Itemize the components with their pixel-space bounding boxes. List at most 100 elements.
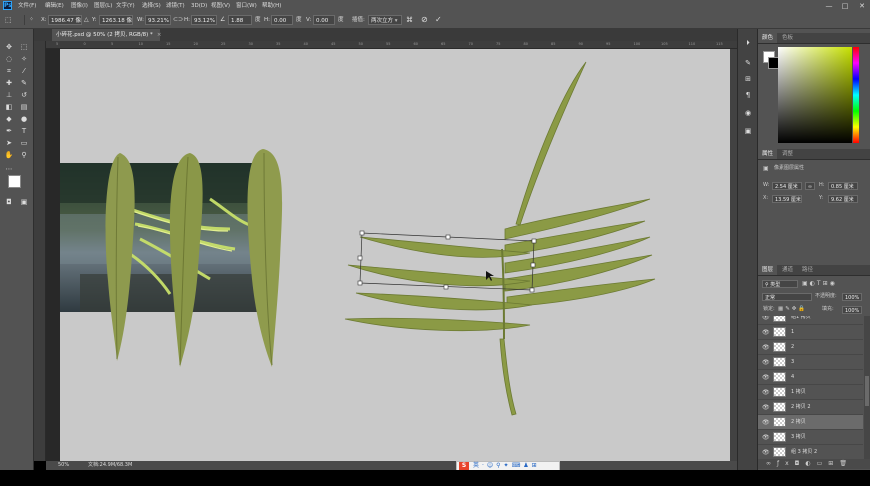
layer-row[interactable]: 👁 组 3 拷贝 2 [758, 445, 863, 459]
opacity-field[interactable]: 100% [842, 293, 862, 301]
prop-y-field[interactable]: 9.62 厘米 [828, 195, 858, 203]
reference-point-icon[interactable]: ⁘ [29, 12, 34, 28]
link-icon[interactable]: ∞ [805, 182, 815, 190]
menu-edit[interactable]: 编辑(E) [45, 0, 64, 12]
ime-logo-icon[interactable]: S [459, 462, 469, 470]
hand-tool-icon[interactable]: ✋ [3, 149, 15, 161]
history-brush-tool-icon[interactable]: ↺ [18, 89, 30, 101]
menu-image[interactable]: 图像(I) [71, 0, 88, 12]
layer-row[interactable]: 👁 1 [758, 325, 863, 340]
layer-row[interactable]: 👁 3 拷贝 [758, 430, 863, 445]
minimize-button[interactable]: — [822, 0, 836, 12]
relative-position-icon[interactable]: △ [84, 12, 89, 28]
layer-row[interactable]: 👁 2 [758, 340, 863, 355]
layer-row-selected[interactable]: 👁 2 拷贝 [758, 415, 863, 430]
menu-file[interactable]: 文件(F) [18, 0, 36, 12]
layer-filter-select[interactable]: ⚲ 类型 [762, 280, 798, 288]
magic-wand-tool-icon[interactable]: ✧ [18, 53, 30, 65]
eraser-tool-icon[interactable]: ◧ [3, 101, 15, 113]
warp-mode-icon[interactable]: ⌘ [406, 12, 413, 28]
marquee-tool-icon[interactable]: ⬚ [18, 41, 30, 53]
paragraph-panel-icon[interactable]: ¶ [742, 89, 754, 101]
height-percent-field[interactable]: 93.12% [191, 15, 217, 25]
history-panel-icon[interactable]: ⏵ [742, 37, 754, 49]
menu-type[interactable]: 文字(Y) [116, 0, 135, 12]
width-percent-field[interactable]: 93.21% [145, 15, 171, 25]
close-tab-icon[interactable]: × [157, 32, 162, 38]
blend-mode-select[interactable]: 正常 [762, 293, 812, 301]
layer-filter-icons[interactable]: ▣◐T⊞◉ [802, 279, 837, 288]
x-position-field[interactable]: 1986.47 像 [48, 15, 82, 25]
quick-mask-icon[interactable]: ◘ [3, 196, 15, 208]
visibility-eye-icon[interactable]: 👁 [762, 316, 770, 325]
document-canvas[interactable] [60, 49, 730, 461]
menu-view[interactable]: 视图(V) [211, 0, 230, 12]
prop-height-field[interactable]: 0.85 厘米 [828, 182, 858, 190]
visibility-eye-icon[interactable]: 👁 [762, 370, 770, 385]
menu-3d[interactable]: 3D(D) [191, 0, 207, 12]
blur-tool-icon[interactable]: ◆ [3, 113, 15, 125]
crop-tool-icon[interactable]: ⌗ [3, 65, 15, 77]
move-tool-icon[interactable]: ✥ [3, 41, 15, 53]
shape-tool-icon[interactable]: ▭ [18, 137, 30, 149]
y-position-field[interactable]: 1263.18 像 [99, 15, 133, 25]
status-zoom[interactable]: 50% [58, 461, 69, 470]
interpolation-select[interactable]: 两次立方 ▾ [368, 15, 402, 25]
visibility-eye-icon[interactable]: 👁 [762, 415, 770, 430]
visibility-eye-icon[interactable]: 👁 [762, 400, 770, 415]
rotate-angle-field[interactable]: 1.88 [228, 15, 252, 25]
horizontal-skew-field[interactable]: 0.00 [271, 15, 293, 25]
path-selection-tool-icon[interactable]: ➤ [3, 137, 15, 149]
pen-tool-icon[interactable]: ✒ [3, 125, 15, 137]
adjustments-panel-icon[interactable]: ▣ [742, 125, 754, 137]
menu-help[interactable]: 帮助(H) [262, 0, 281, 12]
stamp-tool-icon[interactable]: ⊥ [3, 89, 15, 101]
zoom-tool-icon[interactable]: ⚲ [18, 149, 30, 161]
layer-row[interactable]: 👁 2 拷贝 2 [758, 400, 863, 415]
healing-tool-icon[interactable]: ✚ [3, 77, 15, 89]
lasso-tool-icon[interactable]: ◌ [3, 53, 15, 65]
tab-adjustments[interactable]: 调整 [778, 149, 797, 159]
layers-footer-buttons[interactable]: ∞ƒx◘◐▭⊞🗑 [758, 459, 870, 469]
eyedropper-tool-icon[interactable]: ⁄ [18, 65, 30, 77]
visibility-eye-icon[interactable]: 👁 [762, 385, 770, 400]
dodge-tool-icon[interactable]: ● [18, 113, 30, 125]
prop-x-field[interactable]: 13.59 厘米 [772, 195, 802, 203]
ime-tool-icons[interactable]: 英·☺⚲✦⌨♟⊞ [473, 462, 540, 470]
color-picker-field[interactable] [778, 47, 852, 143]
clone-source-panel-icon[interactable]: ⊞ [742, 73, 754, 85]
edit-toolbar-icon[interactable]: ⋯ [3, 163, 15, 175]
tab-swatches[interactable]: 色板 [778, 33, 797, 43]
visibility-eye-icon[interactable]: 👁 [762, 355, 770, 370]
tool-preset-icon[interactable]: ⬚ [5, 12, 12, 28]
tab-paths[interactable]: 路径 [798, 265, 817, 275]
visibility-eye-icon[interactable]: 👁 [762, 430, 770, 445]
visibility-eye-icon[interactable]: 👁 [762, 445, 770, 459]
tab-properties[interactable]: 属性 [758, 149, 778, 159]
layers-scrollbar[interactable] [864, 316, 870, 459]
visibility-eye-icon[interactable]: 👁 [762, 325, 770, 340]
layers-scrollbar-thumb[interactable] [865, 376, 869, 406]
vertical-scrollbar[interactable] [730, 49, 737, 461]
cancel-transform-icon[interactable]: ⊘ [421, 12, 428, 28]
tab-layers[interactable]: 图层 [758, 265, 778, 275]
vertical-skew-field[interactable]: 0.00 [313, 15, 335, 25]
close-window-button[interactable]: ✕ [855, 0, 869, 12]
gradient-tool-icon[interactable]: ▤ [18, 101, 30, 113]
layer-row[interactable]: 👁 组1 拷贝 [758, 316, 863, 325]
tab-channels[interactable]: 通道 [778, 265, 797, 275]
lock-icons[interactable]: ▦✎✥🔒 [778, 305, 807, 314]
tab-color[interactable]: 颜色 [758, 33, 778, 43]
commit-transform-icon[interactable]: ✓ [435, 12, 442, 28]
menu-filter[interactable]: 滤镜(T) [166, 0, 185, 12]
link-aspect-icon[interactable]: ⊂⊃ [173, 12, 183, 28]
menu-window[interactable]: 窗口(W) [236, 0, 257, 12]
menu-layer[interactable]: 图层(L) [94, 0, 112, 12]
hue-slider[interactable] [853, 47, 859, 143]
document-tab[interactable]: 小碎花.psd @ 50% (2 拷贝, RGB/8) * × [52, 29, 162, 41]
layer-row[interactable]: 👁 4 [758, 370, 863, 385]
brush-tool-icon[interactable]: ✎ [18, 77, 30, 89]
prop-width-field[interactable]: 2.54 厘米 [772, 182, 802, 190]
visibility-eye-icon[interactable]: 👁 [762, 340, 770, 355]
type-tool-icon[interactable]: T [18, 125, 30, 137]
